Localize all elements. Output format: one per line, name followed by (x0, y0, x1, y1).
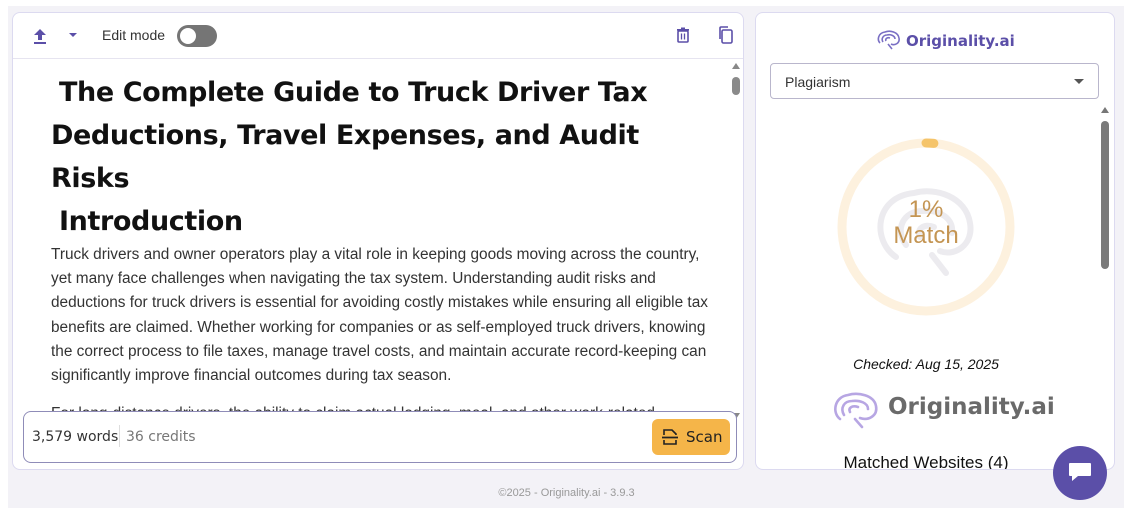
match-percent: 1% (908, 196, 944, 223)
editor-card: Edit mode The Complete Guide to Truck Dr… (12, 12, 744, 470)
brain-logo-icon (877, 30, 900, 50)
scan-type-value: Plagiarism (785, 74, 851, 90)
match-label: Match (893, 222, 959, 249)
trash-icon[interactable] (674, 26, 692, 44)
document-title: The Complete Guide to Truck Driver Tax D… (51, 71, 711, 200)
editor-toolbar: Edit mode (13, 13, 743, 59)
edit-mode-toggle[interactable] (177, 25, 217, 47)
checked-date: Checked: Aug 15, 2025 (853, 356, 999, 372)
divider (119, 425, 120, 447)
scrollbar-thumb[interactable] (1101, 121, 1109, 269)
match-readout: 1% Match (836, 197, 1016, 249)
chevron-down-icon[interactable] (65, 27, 81, 43)
word-count: 3,579 words (32, 429, 119, 445)
copy-icon[interactable] (716, 25, 736, 45)
brand-name: Originality.ai (906, 32, 1015, 50)
brand-name-large: Originality.ai (888, 394, 1055, 420)
editor-scrollbar[interactable] (731, 63, 741, 421)
app-footer: ©2025 - Originality.ai - 3.9.3 (498, 487, 635, 499)
chevron-down-icon (1074, 79, 1084, 84)
document-heading-introduction: Introduction (59, 206, 243, 237)
panel-scrollbar[interactable] (1100, 107, 1110, 469)
editor-footer: 3,579 words 36 credits Scan (23, 411, 737, 463)
right-edge (1124, 0, 1133, 515)
chat-bubble-icon (1069, 463, 1091, 481)
top-edge (0, 0, 1133, 6)
scrollbar-thumb[interactable] (732, 77, 740, 95)
document-content[interactable]: The Complete Guide to Truck Driver Tax D… (51, 71, 711, 411)
brain-logo-icon (834, 392, 878, 429)
matched-websites-heading: Matched Websites (4) (843, 453, 1009, 470)
document-paragraph: For long-distance drivers, the ability t… (51, 402, 711, 411)
edit-mode-label: Edit mode (102, 27, 166, 43)
upload-icon[interactable] (29, 25, 51, 47)
brand-logo-large: Originality.ai (830, 389, 1055, 429)
scan-button[interactable]: Scan (652, 419, 730, 455)
bottom-edge (0, 508, 1133, 515)
scan-icon (661, 428, 679, 446)
scan-button-label: Scan (686, 428, 723, 446)
scroll-up-arrow-icon[interactable] (732, 63, 740, 69)
results-panel: Originality.ai Plagiarism 1% Match Check… (755, 12, 1115, 470)
scroll-up-arrow-icon[interactable] (1101, 107, 1109, 113)
left-edge (0, 0, 8, 515)
credits-count: 36 credits (126, 429, 196, 445)
title-line-2: Deductions, Travel Expenses, and Audit R… (51, 120, 639, 194)
scan-type-select[interactable]: Plagiarism (770, 63, 1099, 99)
match-gauge: 1% Match (836, 137, 1016, 317)
toggle-knob (180, 28, 196, 44)
title-line-1: The Complete Guide to Truck Driver Tax (59, 77, 648, 108)
document-paragraph: Truck drivers and owner operators play a… (51, 246, 708, 385)
